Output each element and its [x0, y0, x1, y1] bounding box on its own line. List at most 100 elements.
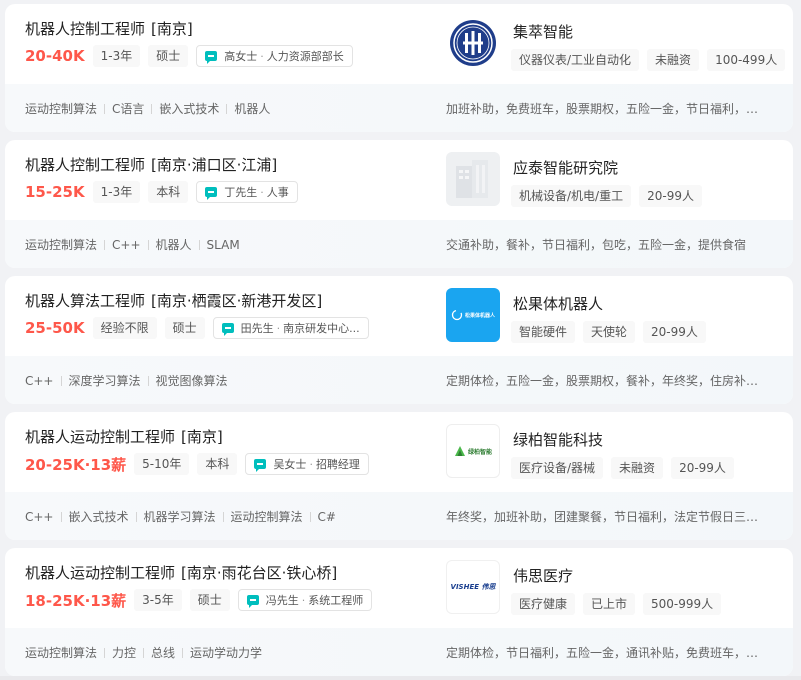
skill-tags: 运动控制算法 C语言 嵌入式技术 机器人	[25, 100, 270, 117]
job-title[interactable]: 机器人控制工程师 [南京]	[25, 18, 193, 39]
skill-tag: 机器人	[141, 236, 192, 253]
experience-tag: 经验不限	[92, 317, 157, 339]
recruiter-name: 高女士	[224, 50, 258, 63]
company-logo[interactable]	[446, 16, 500, 70]
company-industry-tag: 机械设备/机电/重工	[511, 185, 632, 207]
job-info-row: 20-40K 1-3年 硕士 高女士 · 人力资源部部长	[25, 44, 353, 68]
degree-tag: 硕士	[164, 317, 205, 339]
company-welfare: 年终奖，加班补助，团建聚餐，节日福利，法定节假日三薪...	[446, 510, 764, 524]
salary: 25-50K	[25, 319, 85, 337]
job-info-row: 15-25K 1-3年 本科 丁先生 · 人事	[25, 180, 298, 204]
job-title[interactable]: 机器人运动控制工程师 [南京·雨花台区·铁心桥]	[25, 562, 337, 583]
recruiter-name: 丁先生	[224, 186, 258, 199]
job-card[interactable]: 机器人控制工程师 [南京·浦口区·江浦] 15-25K 1-3年 本科 丁先生 ·…	[5, 140, 793, 268]
separator-dot: ·	[301, 593, 306, 607]
salary: 20-40K	[25, 47, 85, 65]
building-logo-icon	[456, 160, 488, 198]
job-title[interactable]: 机器人控制工程师 [南京·浦口区·江浦]	[25, 154, 277, 175]
company-industry-tag: 智能硬件	[511, 321, 576, 343]
skill-tag: 嵌入式技术	[54, 508, 129, 525]
recruiter-name: 冯先生	[265, 594, 299, 607]
degree-tag: 本科	[148, 181, 189, 203]
company-name[interactable]: 集萃智能	[513, 21, 573, 42]
skill-tag: 运动控制算法	[25, 646, 98, 660]
job-card-header: 机器人控制工程师 [南京·浦口区·江浦] 15-25K 1-3年 本科 丁先生 ·…	[5, 140, 793, 220]
skill-tag: C++	[25, 509, 54, 524]
job-title[interactable]: 机器人运动控制工程师 [南京]	[25, 426, 223, 447]
seal-logo-icon	[450, 20, 496, 66]
skill-tag: 总线	[136, 644, 175, 661]
job-card[interactable]: 机器人控制工程师 [南京] 20-40K 1-3年 硕士 高女士 · 人力资源部部…	[5, 4, 793, 132]
company-logo[interactable]: VISHEE 伟思	[446, 560, 500, 614]
job-card[interactable]: 机器人运动控制工程师 [南京·雨花台区·铁心桥] 18-25K·13薪 3-5年 …	[5, 548, 793, 676]
company-welfare: 定期体检，五险一金，股票期权，餐补，年终奖，住房补贴...	[446, 374, 764, 388]
salary: 15-25K	[25, 183, 85, 201]
separator-dot: ·	[260, 185, 264, 199]
job-title[interactable]: 机器人算法工程师 [南京·栖霞区·新港开发区]	[25, 290, 322, 311]
skill-tag: 运动控制算法	[216, 508, 303, 525]
recruiter-role: 招聘经理	[315, 458, 360, 471]
job-name[interactable]: 机器人运动控制工程师	[25, 428, 175, 446]
company-name[interactable]: 松果体机器人	[513, 293, 603, 314]
skill-tag: C++	[97, 238, 141, 252]
skill-tag: C语言	[97, 100, 144, 117]
salary: 18-25K·13薪	[25, 591, 127, 610]
company-size-tag: 20-99人	[639, 185, 702, 207]
company-name[interactable]: 伟思医疗	[513, 565, 573, 586]
company-industry-tag: 仪器仪表/工业自动化	[511, 49, 640, 71]
visheee-logo-icon: VISHEE 伟思	[450, 583, 496, 591]
job-card-header: 机器人算法工程师 [南京·栖霞区·新港开发区] 25-50K 经验不限 硕士 田先…	[5, 276, 793, 356]
chat-bubble-icon	[205, 51, 218, 64]
job-info-row: 18-25K·13薪 3-5年 硕士 冯先生 · 系统工程师	[25, 588, 373, 612]
salary: 20-25K·13薪	[25, 455, 127, 474]
skill-tag: SLAM	[192, 238, 240, 252]
skill-tag: 运动控制算法	[25, 102, 98, 116]
skill-tag: 机器学习算法	[129, 508, 216, 525]
company-funding-tag: 未融资	[647, 49, 700, 71]
recruiter-chat-button[interactable]: 吴女士 · 招聘经理	[245, 453, 369, 475]
degree-tag: 硕士	[148, 45, 189, 67]
recruiter-chat-button[interactable]: 田先生 · 南京研发中心...	[212, 317, 369, 339]
recruiter-chat-button[interactable]: 冯先生 · 系统工程师	[237, 589, 373, 611]
job-card-footer: C++ 深度学习算法 视觉图像算法 定期体检，五险一金，股票期权，餐补，年终奖，…	[5, 356, 793, 404]
experience-tag: 3-5年	[134, 589, 182, 611]
separator-dot: ·	[276, 321, 281, 335]
job-name[interactable]: 机器人控制工程师	[25, 20, 145, 38]
job-area: [南京]	[151, 20, 193, 38]
recruiter-chat-button[interactable]: 丁先生 · 人事	[196, 181, 298, 203]
logo-text: 松果体机器人	[464, 312, 495, 319]
job-card[interactable]: 机器人算法工程师 [南京·栖霞区·新港开发区] 25-50K 经验不限 硕士 田先…	[5, 276, 793, 404]
company-funding-tag: 天使轮	[583, 321, 636, 343]
company-name[interactable]: 绿柏智能科技	[513, 429, 603, 450]
company-size-tag: 20-99人	[671, 457, 734, 479]
company-logo[interactable]: 绿柏智能	[446, 424, 500, 478]
company-tags: 医疗健康 已上市 500-999人	[511, 593, 729, 615]
company-funding-tag: 已上市	[583, 593, 636, 615]
job-card[interactable]: 机器人运动控制工程师 [南京] 20-25K·13薪 5-10年 本科 吴女士 ·…	[5, 412, 793, 540]
job-card-footer: 运动控制算法 C++ 机器人 SLAM 交通补助，餐补，节日福利，包吃，五险一金…	[5, 220, 793, 268]
job-area: [南京·雨花台区·铁心桥]	[181, 564, 338, 582]
skill-tag: 力控	[97, 644, 136, 661]
skill-tags: C++ 深度学习算法 视觉图像算法	[25, 372, 228, 389]
job-list: 机器人控制工程师 [南京] 20-40K 1-3年 硕士 高女士 · 人力资源部部…	[0, 0, 801, 680]
job-card-header: 机器人运动控制工程师 [南京] 20-25K·13薪 5-10年 本科 吴女士 ·…	[5, 412, 793, 492]
job-area: [南京]	[181, 428, 223, 446]
company-name[interactable]: 应泰智能研究院	[513, 157, 618, 178]
job-name[interactable]: 机器人控制工程师	[25, 156, 145, 174]
recruiter-role: 人事	[266, 186, 289, 199]
job-name[interactable]: 机器人运动控制工程师	[25, 564, 175, 582]
job-info-row: 25-50K 经验不限 硕士 田先生 · 南京研发中心...	[25, 316, 369, 340]
recruiter-chat-button[interactable]: 高女士 · 人力资源部部长	[196, 45, 353, 67]
logo-text: 绿柏智能	[467, 448, 492, 456]
recruiter-role: 人力资源部部长	[266, 50, 344, 63]
company-tags: 智能硬件 天使轮 20-99人	[511, 321, 714, 343]
separator-dot: ·	[309, 457, 313, 471]
job-card-header: 机器人运动控制工程师 [南京·雨花台区·铁心桥] 18-25K·13薪 3-5年 …	[5, 548, 793, 628]
separator-dot: ·	[260, 49, 264, 63]
company-logo[interactable]	[446, 152, 500, 206]
company-welfare: 加班补助，免费班车，股票期权，五险一金，节日福利，员...	[446, 102, 764, 116]
company-funding-tag: 未融资	[611, 457, 664, 479]
job-name[interactable]: 机器人算法工程师	[25, 292, 145, 310]
company-welfare: 定期体检，节日福利，五险一金，通讯补贴，免费班车，年...	[446, 646, 764, 660]
company-logo[interactable]: 松果体机器人	[446, 288, 500, 342]
